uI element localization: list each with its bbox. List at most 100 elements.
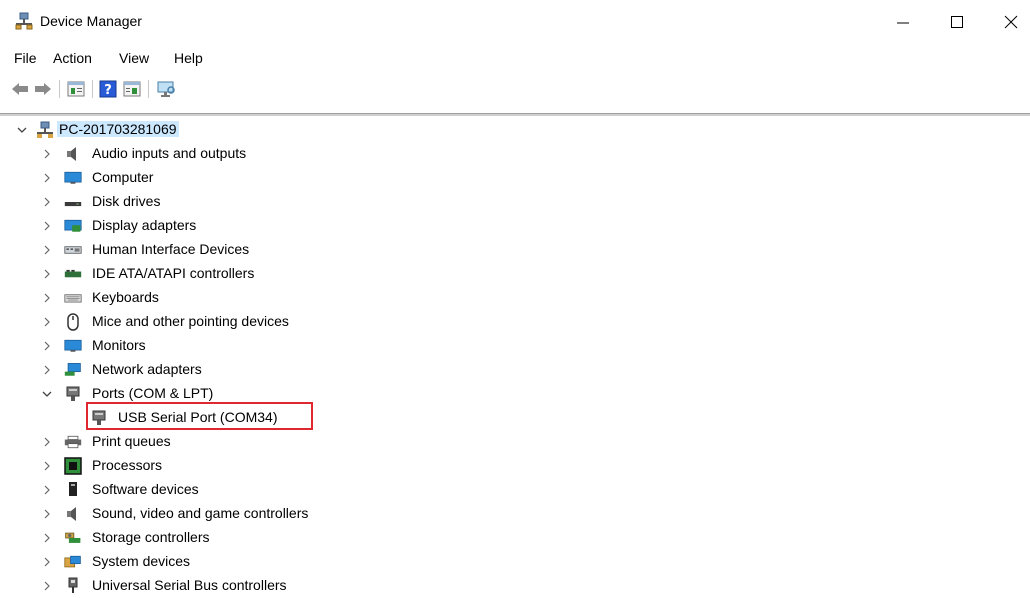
tree-item-audio[interactable]: Audio inputs and outputs (0, 142, 400, 166)
usb-plug-icon (68, 577, 78, 593)
tree-item-computer[interactable]: Computer (0, 166, 400, 190)
back-icon[interactable] (10, 80, 30, 98)
toolbar: ? (0, 76, 1030, 102)
update-driver-icon[interactable] (122, 80, 142, 98)
tree-item-display-adapters[interactable]: Display adapters (0, 214, 400, 238)
minimize-button[interactable] (880, 6, 926, 38)
tree-item-label: Audio inputs and outputs (92, 145, 247, 161)
storage-controller-icon (65, 532, 81, 543)
toolbar-divider (0, 113, 1030, 116)
title-bar: Device Manager (0, 0, 1030, 44)
root-label: PC-201703281069 (57, 121, 179, 137)
tree-item-mice[interactable]: Mice and other pointing devices (0, 310, 400, 334)
tree-item-label: Disk drives (92, 193, 161, 209)
network-adapter-icon (64, 363, 81, 376)
tree-item-label: IDE ATA/ATAPI controllers (92, 265, 255, 281)
tree-item-network-adapters[interactable]: Network adapters (0, 358, 400, 382)
tree-item-label: Sound, video and game controllers (92, 505, 309, 521)
properties-icon[interactable] (66, 80, 86, 98)
chevron-right-icon[interactable] (42, 293, 52, 303)
monitor-icon (64, 171, 82, 184)
chevron-right-icon[interactable] (42, 317, 52, 327)
chevron-right-icon[interactable] (42, 509, 52, 519)
highlight-annotation-box (86, 402, 313, 430)
menu-file[interactable]: File (14, 50, 37, 66)
menu-action[interactable]: Action (53, 50, 92, 66)
chevron-right-icon[interactable] (42, 533, 52, 543)
chevron-right-icon[interactable] (42, 437, 52, 447)
chevron-right-icon[interactable] (42, 197, 52, 207)
chevron-right-icon[interactable] (42, 365, 52, 375)
printer-icon (64, 435, 82, 449)
hid-icon (64, 246, 82, 254)
keyboard-icon (64, 294, 82, 303)
svg-text:?: ? (104, 83, 112, 98)
tree-item-label: Processors (92, 457, 163, 473)
close-icon (1004, 15, 1018, 29)
tree-item-ide[interactable]: IDE ATA/ATAPI controllers (0, 262, 400, 286)
chevron-right-icon[interactable] (42, 581, 52, 591)
tree-item-label: Storage controllers (92, 529, 210, 545)
tree-item-label: Ports (COM & LPT) (92, 385, 214, 401)
speaker-icon (67, 507, 76, 521)
tree-item-label: Display adapters (92, 217, 197, 233)
menu-bar: File Action View Help (0, 47, 1030, 69)
tree-item-label: Human Interface Devices (92, 241, 250, 257)
chevron-right-icon[interactable] (42, 341, 52, 351)
tree-item-label: Mice and other pointing devices (92, 313, 289, 329)
system-device-icon (64, 555, 81, 568)
device-manager-icon (15, 12, 33, 30)
chevron-right-icon[interactable] (42, 149, 52, 159)
chevron-down-icon[interactable] (42, 389, 52, 399)
tree-item-usb-controllers[interactable]: Universal Serial Bus controllers (0, 574, 400, 598)
menu-view[interactable]: View (119, 50, 149, 66)
scan-hardware-icon[interactable] (155, 80, 175, 98)
port-connector-icon (66, 386, 80, 401)
processor-icon (64, 457, 82, 475)
tree-item-label: Keyboards (92, 289, 159, 305)
computer-network-icon (37, 121, 53, 138)
chevron-right-icon[interactable] (42, 221, 52, 231)
tree-item-hid[interactable]: Human Interface Devices (0, 238, 400, 262)
tree-item-label: Network adapters (92, 361, 202, 377)
tree-item-system-devices[interactable]: System devices (0, 550, 400, 574)
chevron-right-icon[interactable] (42, 173, 52, 183)
disk-drive-icon (64, 202, 82, 207)
chevron-down-icon[interactable] (17, 125, 27, 135)
tree-root[interactable]: PC-201703281069 (0, 118, 400, 142)
toolbar-separator (59, 80, 60, 98)
help-icon[interactable]: ? (98, 80, 118, 98)
forward-icon[interactable] (33, 80, 53, 98)
chevron-right-icon[interactable] (42, 557, 52, 567)
tree-item-storage-controllers[interactable]: Storage controllers (0, 526, 400, 550)
tree-item-keyboards[interactable]: Keyboards (0, 286, 400, 310)
tree-item-label: System devices (92, 553, 191, 569)
tree-item-print-queues[interactable]: Print queues (0, 430, 400, 454)
tree-item-processors[interactable]: Processors (0, 454, 400, 478)
maximize-button[interactable] (934, 6, 980, 38)
toolbar-separator (148, 80, 149, 98)
mouse-icon (67, 313, 79, 331)
chevron-right-icon[interactable] (42, 269, 52, 279)
minimize-icon (897, 22, 909, 24)
tree-item-label: Universal Serial Bus controllers (92, 577, 287, 593)
chevron-right-icon[interactable] (42, 485, 52, 495)
software-device-icon (69, 482, 77, 496)
menu-help[interactable]: Help (174, 50, 203, 66)
display-adapter-icon (64, 219, 82, 232)
chevron-right-icon[interactable] (42, 461, 52, 471)
tree-item-sound[interactable]: Sound, video and game controllers (0, 502, 400, 526)
ide-controller-icon (64, 269, 82, 278)
tree-item-label: Computer (92, 169, 154, 185)
close-button[interactable] (988, 6, 1030, 38)
tree-item-label: Software devices (92, 481, 199, 497)
tree-item-disk-drives[interactable]: Disk drives (0, 190, 400, 214)
monitor-icon (64, 339, 82, 352)
chevron-right-icon[interactable] (42, 245, 52, 255)
tree-item-software-devices[interactable]: Software devices (0, 478, 400, 502)
tree-item-label: Monitors (92, 337, 146, 353)
window-title: Device Manager (40, 13, 142, 29)
toolbar-separator (92, 80, 93, 98)
maximize-icon (951, 16, 963, 28)
tree-item-monitors[interactable]: Monitors (0, 334, 400, 358)
